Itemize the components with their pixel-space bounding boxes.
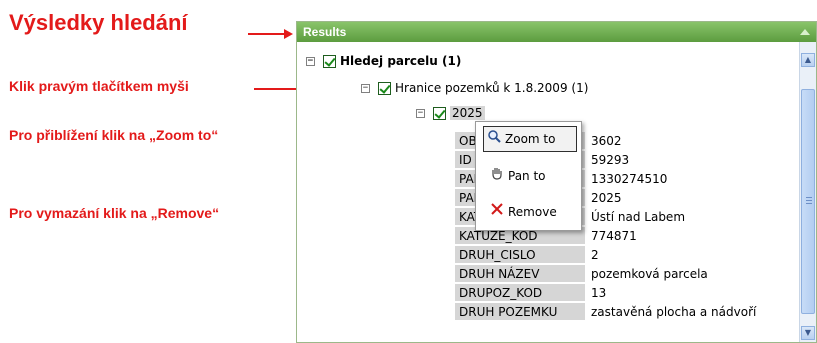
vertical-scrollbar[interactable]: ▲ ▼ [799,42,816,342]
checkbox[interactable] [378,82,391,95]
collapse-toggle-icon[interactable]: − [361,84,370,93]
attribute-value: pozemková parcela [591,266,708,281]
arrow-icon [248,29,293,39]
tree-node-root[interactable]: − Hledej parcelu (1) [306,52,461,70]
remove-menu-item[interactable]: Remove [487,200,557,224]
attribute-value: zastavěná plocha a nádvoří [591,304,757,319]
tree-node-label: 2025 [450,106,485,120]
attribute-value: 1330274510 [591,171,668,186]
attribute-value: 774871 [591,228,637,243]
hand-icon [489,164,505,188]
table-row: DRUH_CISLO 2 [455,246,760,263]
attribute-key: DRUPOZ_KOD [455,284,585,301]
attribute-key: DRUH POZEMKU [455,303,585,320]
checkbox[interactable] [323,55,336,68]
annotation-remove: Pro vymazání klik na „Remove“ [9,205,220,221]
table-row: DRUPOZ_KOD 13 [455,284,760,301]
attribute-key: DRUH NÁZEV [455,265,585,282]
panel-title: Results [303,25,347,39]
attribute-key: DRUH_CISLO [455,246,585,263]
scroll-thumb[interactable] [801,89,815,314]
pan-to-label: Pan to [508,169,546,183]
pan-to-menu-item[interactable]: Pan to [487,164,546,188]
attribute-value: 13 [591,285,607,300]
table-row: DRUH POZEMKU zastavěná plocha a nádvoří [455,303,760,320]
panel-header: Results [297,22,816,42]
tree-node-feature[interactable]: − 2025 [416,104,485,122]
magnifier-icon [486,127,502,151]
scroll-down-button[interactable]: ▼ [801,326,815,340]
scroll-up-button[interactable]: ▲ [801,53,815,67]
zoom-to-label: Zoom to [505,132,556,146]
zoom-to-menu-item[interactable]: Zoom to [483,126,577,152]
attribute-value: Ústí nad Labem [591,209,686,224]
table-row: DRUH NÁZEV pozemková parcela [455,265,760,282]
attribute-value: 2 [591,247,599,262]
red-x-icon [489,200,505,224]
checkbox[interactable] [433,107,446,120]
collapse-toggle-icon[interactable]: − [416,109,425,118]
context-menu: Zoom to Pan to Remove [475,121,582,231]
annotation-title: Výsledky hledání [9,10,188,35]
annotation-zoom: Pro přiblížení klik na „Zoom to“ [9,127,219,143]
tree-node-label: Hranice pozemků k 1.8.2009 (1) [395,81,589,95]
attribute-value: 2025 [591,190,622,205]
attribute-value: 3602 [591,133,622,148]
tree-node-label: Hledej parcelu (1) [340,54,462,68]
collapse-toggle-icon[interactable]: − [306,57,315,66]
tree-node-layer[interactable]: − Hranice pozemků k 1.8.2009 (1) [361,79,588,97]
annotation-right-click: Klik pravým tlačítkem myši [9,78,189,94]
collapse-icon[interactable] [800,29,810,35]
attribute-value: 59293 [591,152,630,167]
remove-label: Remove [508,205,557,219]
